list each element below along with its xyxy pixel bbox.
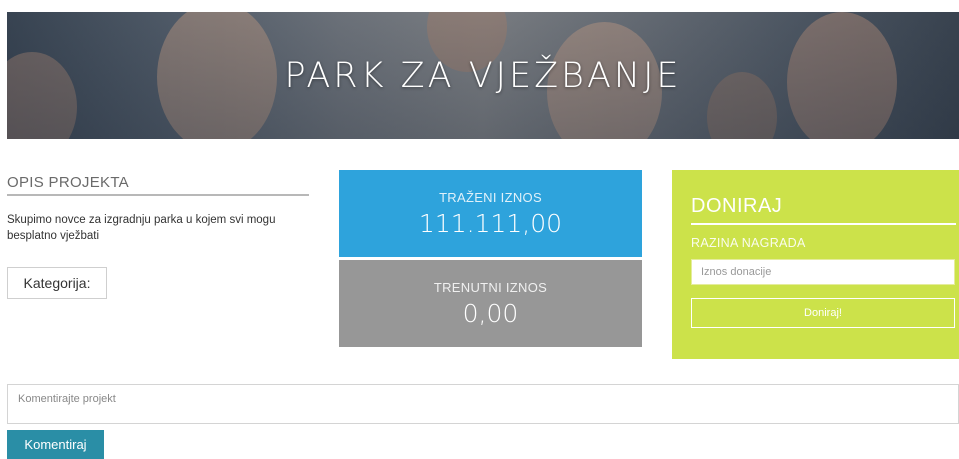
comment-button[interactable]: Komentiraj: [7, 430, 104, 459]
donate-title: DONIRAJ: [691, 195, 956, 225]
reward-level-label[interactable]: RAZINA NAGRADA: [691, 236, 806, 250]
required-amount-value: 111.111,00: [418, 209, 563, 238]
description-heading: OPIS PROJEKTA: [7, 174, 309, 196]
description-text: Skupimo novce za izgradnju parka u kojem…: [7, 214, 276, 242]
donate-panel: DONIRAJ RAZINA NAGRADA Doniraj!: [672, 170, 959, 359]
current-amount-label: TRENUTNI IZNOS: [433, 280, 548, 295]
current-amount-value: 0,00: [462, 299, 519, 328]
hero-banner: PARK ZA VJEŽBANJE: [7, 12, 959, 139]
donation-amount-input[interactable]: [691, 259, 955, 285]
category-button[interactable]: Kategorija:: [7, 267, 107, 299]
donate-button[interactable]: Doniraj!: [691, 298, 955, 328]
required-amount-box: TRAŽENI IZNOS 111.111,00: [339, 170, 642, 257]
page-title: PARK ZA VJEŽBANJE: [284, 56, 682, 96]
comment-input[interactable]: [7, 384, 959, 424]
required-amount-label: TRAŽENI IZNOS: [439, 190, 542, 205]
current-amount-box: TRENUTNI IZNOS 0,00: [339, 260, 642, 347]
